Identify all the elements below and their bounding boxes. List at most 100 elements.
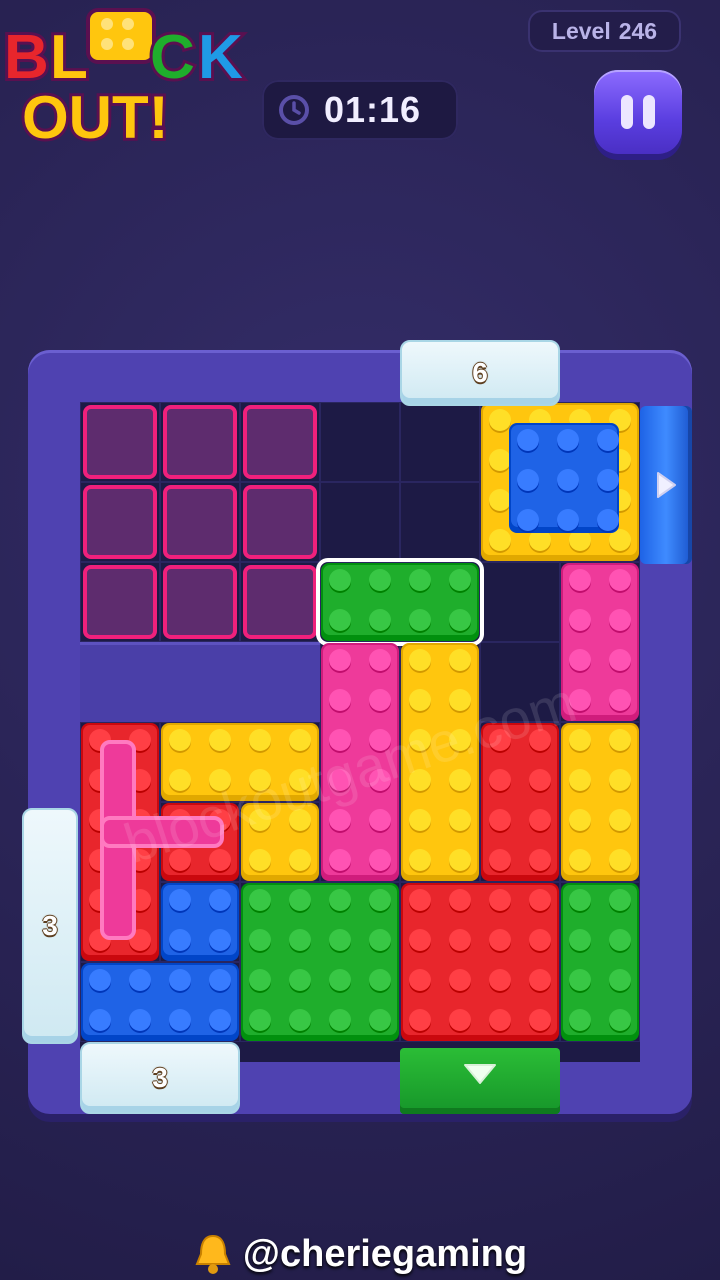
stud: [329, 649, 351, 671]
stud: [517, 469, 539, 491]
stud: [409, 649, 431, 671]
stud: [569, 569, 591, 591]
timer-value: 01:16: [324, 89, 422, 130]
stud: [489, 449, 511, 471]
stud: [449, 849, 471, 871]
stud: [289, 969, 311, 991]
stud: [597, 469, 619, 491]
red-block-big[interactable]: [401, 883, 559, 1041]
stud: [409, 689, 431, 711]
stud: [597, 509, 619, 531]
stud: [409, 729, 431, 751]
stud: [409, 969, 431, 991]
stud: [569, 929, 591, 951]
stud: [449, 889, 471, 911]
stud: [569, 649, 591, 671]
stud: [529, 929, 551, 951]
stud: [409, 889, 431, 911]
stud: [409, 1009, 431, 1031]
yellow-block-middle[interactable]: [401, 643, 479, 881]
stud: [449, 769, 471, 791]
stud: [449, 649, 471, 671]
stud: [369, 929, 391, 951]
stud: [129, 1009, 151, 1031]
stud: [489, 489, 511, 511]
stud: [489, 929, 511, 951]
pink-block-middle[interactable]: [321, 643, 399, 881]
pause-icon-bar-right: [643, 95, 655, 129]
stud: [209, 729, 231, 751]
stud: [369, 609, 391, 631]
stud: [169, 969, 191, 991]
stud: [529, 769, 551, 791]
stud: [569, 609, 591, 631]
stud: [289, 849, 311, 871]
stud: [169, 1009, 191, 1031]
green-block-right[interactable]: [561, 883, 639, 1041]
logo-letter-k: K: [198, 23, 243, 92]
stud: [597, 429, 619, 451]
stud: [369, 849, 391, 871]
right-blue-exit[interactable]: [640, 406, 692, 564]
creator-handle: @cheriegaming: [242, 1232, 528, 1275]
blue-inner-block[interactable]: [509, 423, 619, 533]
bottom-green-exit[interactable]: [400, 1048, 560, 1114]
stud: [609, 729, 631, 751]
left-ice-gate: 3: [22, 808, 78, 1044]
stud: [329, 1009, 351, 1031]
stud: [249, 889, 271, 911]
stud: [369, 809, 391, 831]
red-block-vertical[interactable]: [481, 723, 559, 881]
stud: [369, 649, 391, 671]
stud: [557, 509, 579, 531]
stud: [289, 729, 311, 751]
stud: [557, 469, 579, 491]
stud: [369, 1009, 391, 1031]
stud: [609, 969, 631, 991]
stud: [557, 429, 579, 451]
logo-letter-b: B: [4, 23, 49, 92]
stud: [249, 929, 271, 951]
stud: [409, 929, 431, 951]
stud: [449, 929, 471, 951]
stud: [289, 809, 311, 831]
stud: [449, 729, 471, 751]
logo-letter-c: C: [150, 23, 195, 92]
yellow-block-right[interactable]: [561, 723, 639, 881]
stud: [209, 929, 231, 951]
stud: [169, 769, 191, 791]
stud: [609, 1009, 631, 1031]
stud: [529, 849, 551, 871]
stud: [209, 969, 231, 991]
pause-button[interactable]: [594, 70, 682, 154]
game-logo: B L C K OUT!: [1, 8, 246, 150]
bell-icon: [195, 1234, 231, 1274]
stud: [249, 809, 271, 831]
green-block-selected[interactable]: [316, 558, 484, 646]
bottom-ice-gate: 3: [80, 1042, 240, 1114]
game-board: 6 3 3: [22, 340, 694, 1118]
stud: [209, 849, 231, 871]
green-block-big[interactable]: [241, 883, 399, 1041]
stud: [517, 509, 539, 531]
arrow-down-icon: [464, 1064, 496, 1084]
stud: [369, 969, 391, 991]
stud: [529, 889, 551, 911]
stud: [209, 1009, 231, 1031]
pink-block-right[interactable]: [561, 563, 639, 721]
stud: [569, 809, 591, 831]
stud: [609, 569, 631, 591]
stud: [329, 569, 351, 591]
stud: [329, 729, 351, 751]
stud: [129, 969, 151, 991]
stud: [609, 769, 631, 791]
stud: [169, 729, 191, 751]
stud: [609, 649, 631, 671]
stud: [489, 969, 511, 991]
stud: [569, 849, 591, 871]
stud: [409, 849, 431, 871]
stud: [449, 689, 471, 711]
stud: [569, 689, 591, 711]
stud: [169, 929, 191, 951]
top-gate-count: 6: [472, 357, 488, 388]
